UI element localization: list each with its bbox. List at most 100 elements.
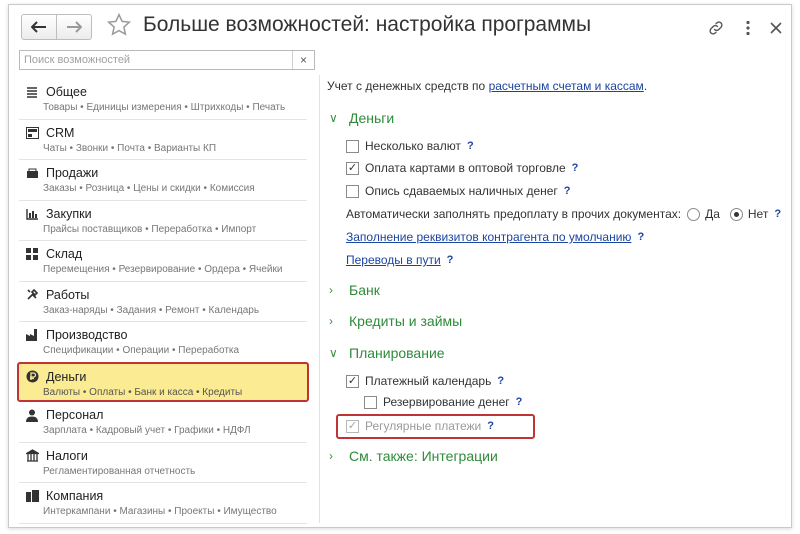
- group-credits[interactable]: › Кредиты и займы: [329, 313, 462, 329]
- card-payment-checkbox[interactable]: ✓: [346, 161, 359, 175]
- panel-divider: [319, 75, 320, 523]
- money-reserve-checkbox[interactable]: [364, 395, 377, 409]
- sidebar-item-sub[interactable]: Интеркампани • Магазины • Проекты • Имущ…: [43, 506, 277, 517]
- forward-button[interactable]: [56, 14, 92, 40]
- payment-calendar-checkbox[interactable]: ✓: [346, 374, 359, 388]
- prepay-no-radio[interactable]: [729, 207, 743, 221]
- sidebar-item-personnel[interactable]: Персонал Зарплата • Кадровый учет • Граф…: [19, 402, 307, 443]
- accounting-note: Учет с денежных средств по расчетным сче…: [327, 79, 647, 93]
- counterparty-defaults-link[interactable]: Заполнение реквизитов контрагента по умо…: [346, 230, 631, 244]
- option-label: Оплата картами в оптовой торговле: [365, 161, 566, 175]
- group-title: Банк: [349, 282, 380, 298]
- accounts-link[interactable]: расчетным счетам и кассам: [489, 79, 644, 93]
- sidebar-item-warehouse[interactable]: Склад Перемещения • Резервирование • Орд…: [19, 241, 307, 282]
- tools-icon: [25, 288, 39, 302]
- help-icon[interactable]: ?: [774, 208, 781, 220]
- help-icon[interactable]: ?: [487, 420, 494, 432]
- sidebar-item-sub[interactable]: Чаты • Звонки • Почта • Варианты КП: [43, 143, 216, 154]
- chevron-right-icon: ›: [329, 449, 333, 463]
- help-icon[interactable]: ?: [497, 375, 504, 387]
- page-title: Больше возможностей: настройка программы: [143, 13, 592, 36]
- sidebar-item-sub[interactable]: Валюты • Оплаты • Банк и касса • Кредиты: [43, 387, 242, 398]
- arrow-right-icon: [67, 21, 82, 33]
- money-reserve-option[interactable]: Резервирование денег ?: [364, 395, 522, 409]
- sidebar-item-label: Склад: [46, 247, 83, 261]
- sidebar-item-label: Компания: [46, 489, 104, 503]
- regular-payments-option[interactable]: ✓ Регулярные платежи ?: [346, 419, 494, 433]
- sidebar-item-sub[interactable]: Регламентированная отчетность: [43, 466, 195, 477]
- sidebar-item-label: Производство: [46, 328, 128, 342]
- sidebar-item-sub[interactable]: Товары • Единицы измерения • Штрихкоды •…: [43, 102, 285, 113]
- sidebar-item-sub[interactable]: Спецификации • Операции • Переработка: [43, 345, 239, 356]
- help-icon[interactable]: ?: [637, 231, 644, 243]
- prepay-option: Автоматически заполнять предоплату в про…: [346, 207, 781, 221]
- card-payment-option[interactable]: ✓ Оплата картами в оптовой торговле ?: [346, 161, 578, 175]
- chevron-right-icon: ›: [329, 314, 333, 328]
- sidebar-item-production[interactable]: Производство Спецификации • Операции • П…: [19, 322, 307, 363]
- sidebar-item-label: Продажи: [46, 166, 99, 180]
- regular-payments-checkbox[interactable]: ✓: [346, 419, 359, 433]
- production-icon: [25, 328, 39, 342]
- more-icon: [746, 20, 750, 36]
- sidebar-item-sales[interactable]: Продажи Заказы • Розница • Цены и скидки…: [19, 160, 307, 201]
- sidebar-item-sub[interactable]: Зарплата • Кадровый учет • Графики • НДФ…: [43, 425, 251, 436]
- purchases-icon: [25, 207, 39, 221]
- link-button[interactable]: [705, 17, 727, 39]
- search-clear-button[interactable]: ×: [292, 51, 314, 69]
- search-box: ×: [19, 50, 315, 70]
- favorite-button[interactable]: [106, 12, 132, 40]
- group-title: Планирование: [349, 345, 445, 361]
- close-icon: [770, 22, 782, 34]
- sidebar-item-label: Закупки: [46, 206, 92, 221]
- chevron-down-icon: ∨: [329, 346, 338, 360]
- sidebar-item-money[interactable]: Деньги Валюты • Оплаты • Банк и касса • …: [17, 361, 309, 402]
- group-title: Деньги: [349, 110, 395, 126]
- option-label: Несколько валют: [365, 139, 461, 153]
- group-see-also[interactable]: › См. также: Интеграции: [329, 448, 498, 464]
- sidebar-item-sub[interactable]: Заказ-наряды • Задания • Ремонт • Календ…: [43, 305, 259, 316]
- sidebar-item-label: Персонал: [46, 408, 104, 422]
- settings-window: Больше возможностей: настройка программы…: [8, 4, 792, 528]
- sidebar-item-label: Работы: [46, 287, 90, 302]
- group-bank[interactable]: › Банк: [329, 282, 380, 298]
- sales-icon: [25, 166, 39, 180]
- search-input[interactable]: [20, 51, 290, 69]
- option-label: Опись сдаваемых наличных денег: [365, 184, 558, 198]
- cash-inventory-checkbox[interactable]: [346, 184, 359, 198]
- group-planning[interactable]: ∨ Планирование: [329, 345, 445, 361]
- help-icon[interactable]: ?: [564, 185, 571, 197]
- help-icon[interactable]: ?: [516, 396, 523, 408]
- transfers-in-transit-link[interactable]: Переводы в пути: [346, 253, 441, 267]
- sidebar: Общее Товары • Единицы измерения • Штрих…: [17, 79, 309, 524]
- prepay-yes-radio[interactable]: [687, 207, 701, 221]
- sidebar-item-taxes[interactable]: Налоги Регламентированная отчетность: [19, 443, 307, 483]
- cash-inventory-option[interactable]: Опись сдаваемых наличных денег ?: [346, 184, 571, 198]
- help-icon[interactable]: ?: [467, 140, 474, 152]
- sidebar-item-sub[interactable]: Заказы • Розница • Цены и скидки • Комис…: [43, 183, 255, 194]
- note-text: Учет с денежных средств по: [327, 79, 489, 93]
- multi-currency-checkbox[interactable]: [346, 139, 359, 153]
- back-button[interactable]: [21, 14, 57, 40]
- sidebar-item-general[interactable]: Общее Товары • Единицы измерения • Штрих…: [19, 79, 307, 120]
- sidebar-item-label: CRM: [46, 125, 75, 140]
- more-button[interactable]: [737, 17, 759, 39]
- sidebar-item-company[interactable]: Компания Интеркампани • Магазины • Проек…: [19, 483, 307, 524]
- company-icon: [25, 489, 39, 503]
- payment-calendar-option[interactable]: ✓ Платежный календарь ?: [346, 374, 504, 388]
- list-icon: [25, 85, 39, 99]
- close-button[interactable]: [765, 17, 787, 39]
- group-money[interactable]: ∨ Деньги: [329, 110, 394, 126]
- sidebar-item-sub[interactable]: Перемещения • Резервирование • Ордера • …: [43, 264, 282, 275]
- sidebar-item-crm[interactable]: CRM Чаты • Звонки • Почта • Варианты КП: [19, 120, 307, 160]
- sidebar-item-purchases[interactable]: Закупки Прайсы поставщиков • Переработка…: [19, 201, 307, 241]
- prepay-no-label[interactable]: Нет: [748, 207, 768, 221]
- sidebar-item-works[interactable]: Работы Заказ-наряды • Задания • Ремонт •…: [19, 282, 307, 322]
- multi-currency-option[interactable]: Несколько валют ?: [346, 139, 474, 153]
- help-icon[interactable]: ?: [447, 254, 454, 266]
- prepay-yes-label[interactable]: Да: [705, 207, 720, 221]
- prepay-label: Автоматически заполнять предоплату в про…: [346, 207, 682, 221]
- transfers-row: Переводы в пути ?: [346, 253, 453, 267]
- help-icon[interactable]: ?: [572, 162, 579, 174]
- link-icon: [709, 21, 723, 35]
- sidebar-item-sub[interactable]: Прайсы поставщиков • Переработка • Импор…: [43, 224, 256, 235]
